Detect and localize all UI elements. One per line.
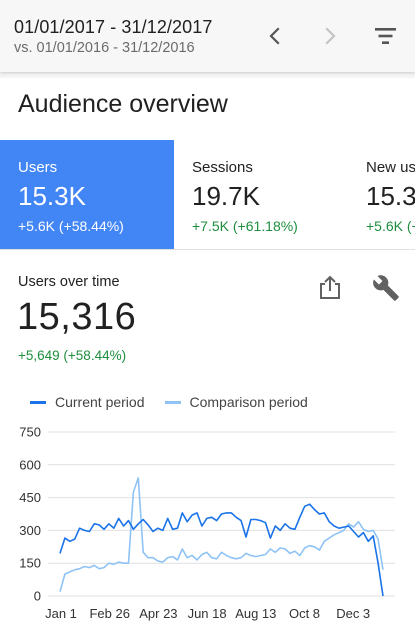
legend-label: Current period [55, 394, 145, 410]
share-button[interactable] [318, 273, 342, 301]
audience-overview-card: Audience overview Users 15.3K +5.6K (+58… [0, 78, 415, 640]
y-tick-label: 300 [19, 523, 41, 538]
y-tick-label: 150 [19, 556, 41, 571]
users-total-delta: +5,649 (+58.44%) [18, 348, 127, 363]
legend-item-comparison[interactable]: Comparison period [164, 394, 308, 410]
users-over-time-chart: 0 150 300 450 600 750 Jan 1 Feb 26 Apr 23 Jun 18 A… [19, 425, 395, 621]
x-tick-label: Feb 26 [89, 606, 129, 621]
metric-label: Sessions [192, 159, 253, 176]
date-range-bar: 01/01/2017 - 31/12/2017 vs. 01/01/2016 -… [0, 0, 415, 72]
metric-tab-new-users[interactable]: New users 15.3K +5.6K (+58.44%) [348, 140, 415, 249]
metric-tab-sessions[interactable]: Sessions 19.7K +7.5K (+61.18%) [174, 140, 348, 249]
date-range[interactable]: 01/01/2017 - 31/12/2017 [14, 17, 212, 38]
legend-swatch-current [30, 400, 46, 404]
metric-tab-users[interactable]: Users 15.3K +5.6K (+58.44%) [0, 140, 174, 249]
chevron-left-icon [269, 27, 280, 45]
users-total: 15,316 [17, 296, 137, 338]
metric-value: 15.3K [18, 181, 86, 211]
y-tick-label: 750 [19, 425, 41, 440]
legend-item-current[interactable]: Current period [30, 394, 145, 410]
chevron-right-icon [325, 27, 336, 45]
series-line-current [59, 503, 384, 597]
metric-delta: +7.5K (+61.18%) [192, 218, 298, 234]
y-tick-label: 0 [34, 589, 41, 604]
x-tick-label: Dec 3 [336, 606, 370, 621]
wrench-icon [373, 275, 399, 301]
comparison-date-range[interactable]: vs. 01/01/2016 - 31/12/2016 [14, 40, 195, 56]
y-tick-label: 450 [19, 490, 41, 505]
filter-icon [375, 28, 396, 44]
page-title: Audience overview [18, 90, 228, 118]
metric-value: 19.7K [192, 181, 260, 211]
metric-tabs: Users 15.3K +5.6K (+58.44%) Sessions 19.… [0, 140, 415, 250]
chart-legend: Current period Comparison period [30, 394, 308, 410]
x-tick-label: Aug 13 [235, 606, 276, 621]
x-tick-label: Jan 1 [45, 606, 77, 621]
next-period-button[interactable] [316, 22, 344, 50]
y-tick-label: 600 [19, 457, 41, 472]
metric-label: Users [18, 159, 58, 176]
x-tick-label: Jun 18 [188, 606, 227, 621]
series-line-comparison [59, 477, 384, 592]
legend-label: Comparison period [189, 394, 308, 410]
filter-button[interactable] [370, 22, 400, 50]
metric-delta: +5.6K (+58.44%) [366, 218, 415, 234]
share-icon [320, 275, 340, 299]
metric-label: New users [366, 159, 415, 176]
x-tick-label: Oct 8 [289, 606, 320, 621]
metric-value: 15.3K [366, 181, 415, 211]
previous-period-button[interactable] [261, 22, 289, 50]
metric-delta: +5.6K (+58.44%) [18, 218, 124, 234]
x-tick-label: Apr 23 [139, 606, 177, 621]
customize-button[interactable] [372, 274, 400, 302]
chart-title: Users over time [18, 274, 120, 290]
legend-swatch-comparison [164, 400, 181, 404]
